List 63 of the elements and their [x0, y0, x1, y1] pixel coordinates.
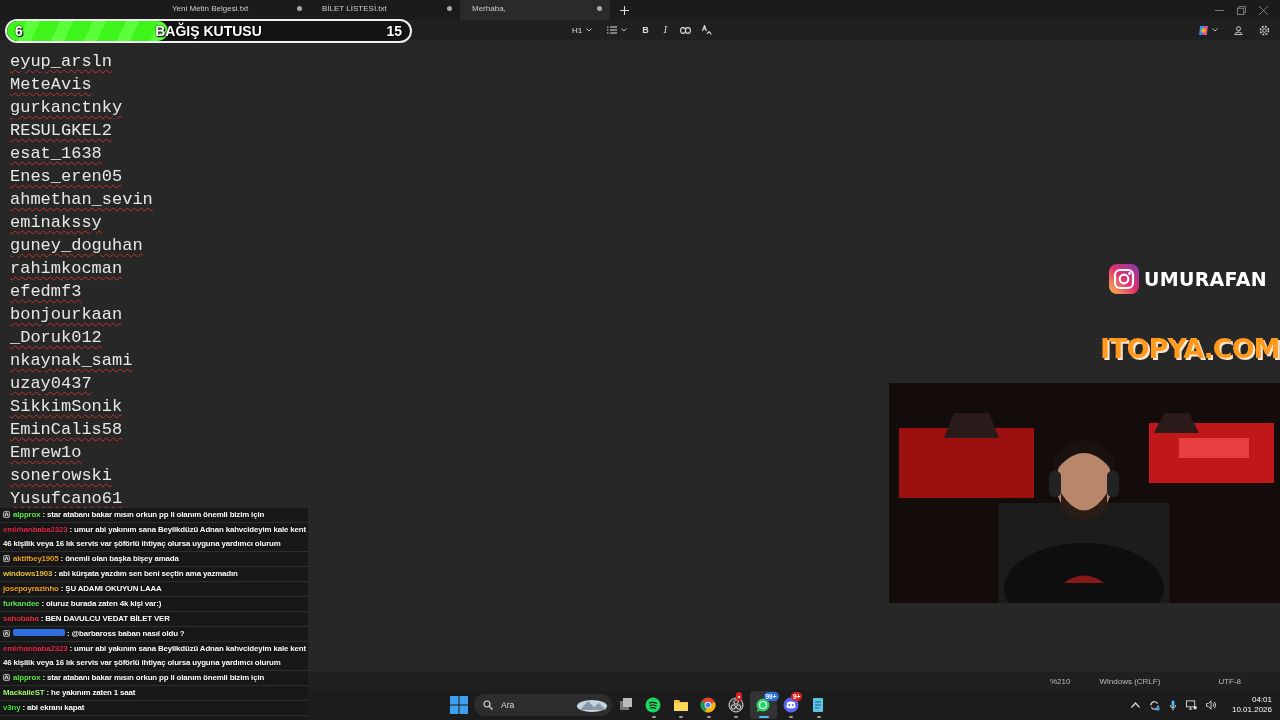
text-line: bonjourkaan — [10, 304, 123, 326]
text-line: eyup_arsln — [10, 51, 113, 73]
zoom-level[interactable]: %210 — [1050, 676, 1071, 686]
link-icon[interactable] — [680, 26, 692, 34]
sync-icon[interactable] — [1148, 699, 1160, 711]
discord-icon — [782, 697, 799, 713]
text-line: SikkimSonik — [10, 396, 123, 418]
chevron-down-icon — [621, 28, 628, 32]
encoding-label[interactable]: UTF-8 — [1218, 676, 1242, 686]
obs-icon — [727, 697, 744, 713]
search-icon — [483, 700, 493, 710]
text-line: _Doruk012 — [10, 327, 102, 349]
list-icon — [607, 26, 618, 34]
text-line: Emrew1o — [10, 442, 82, 464]
text-line: rahimkocman — [10, 258, 123, 280]
text-line: Enes_eren05 — [10, 166, 123, 188]
text-line: eminakssy — [10, 212, 102, 234]
text-line: EminCalis58 — [10, 419, 123, 441]
instagram-icon — [1109, 264, 1139, 294]
folder-icon — [672, 697, 689, 713]
goal-count: 15 — [386, 23, 402, 39]
speaker-icon[interactable] — [1205, 700, 1217, 710]
task-view-icon — [617, 697, 634, 713]
whatsapp-icon — [755, 697, 772, 713]
file-tab[interactable]: Merhaba, — [460, 0, 610, 20]
text-line: sonerowski — [10, 465, 113, 487]
chevron-up-icon[interactable] — [1130, 702, 1140, 708]
text-line: ahmethan_sevin — [10, 189, 153, 211]
maximize-icon[interactable] — [1237, 5, 1246, 15]
spellcheck-icon[interactable] — [702, 25, 713, 35]
mountain-icon — [576, 697, 608, 713]
text-line: efedmf3 — [10, 281, 82, 303]
close-icon[interactable] — [1259, 5, 1268, 15]
chevron-down-icon — [586, 28, 593, 32]
new-tab-icon[interactable] — [620, 5, 629, 15]
instagram-handle: UMURAFAN — [1144, 268, 1267, 290]
file-tab[interactable]: BİLET LİSTESİ.txt — [310, 0, 460, 20]
windows-start-icon[interactable] — [450, 696, 468, 714]
bold-button[interactable]: B — [640, 22, 651, 38]
italic-button[interactable]: I — [661, 22, 670, 38]
display-icon[interactable] — [1185, 700, 1197, 710]
copilot-icon[interactable] — [1198, 24, 1209, 36]
heading-dropdown[interactable]: H1 — [570, 22, 595, 38]
text-line: guney_doguhan — [10, 235, 143, 257]
text-line: gurkanctnky — [10, 97, 123, 119]
microphone-icon[interactable] — [1168, 699, 1177, 711]
account-icon[interactable] — [1234, 25, 1243, 35]
text-line: esat_1638 — [10, 143, 102, 165]
text-line: MeteAvis — [10, 74, 92, 96]
text-line: nkaynak_sami — [10, 350, 133, 372]
text-line: Yusufcano61 — [10, 488, 123, 510]
search-field[interactable]: Ara — [474, 694, 612, 716]
sponsor-logo: ITOPYA.COM — [1100, 334, 1280, 364]
text-line: RESULGKEL2 — [10, 120, 113, 142]
line-ending-label[interactable]: Windows (CRLF) — [1099, 676, 1161, 686]
clock[interactable]: 04:01 10.01.2026 — [1231, 695, 1272, 715]
chevron-down-icon — [1212, 28, 1218, 32]
text-line: uzay0437 — [10, 373, 92, 395]
spotify-icon — [645, 697, 662, 713]
settings-icon[interactable] — [1259, 24, 1270, 36]
chrome-icon — [700, 697, 717, 713]
current-count: 6 — [15, 23, 23, 39]
file-tab[interactable]: Yeni Metin Belgesi.txt — [160, 0, 310, 20]
